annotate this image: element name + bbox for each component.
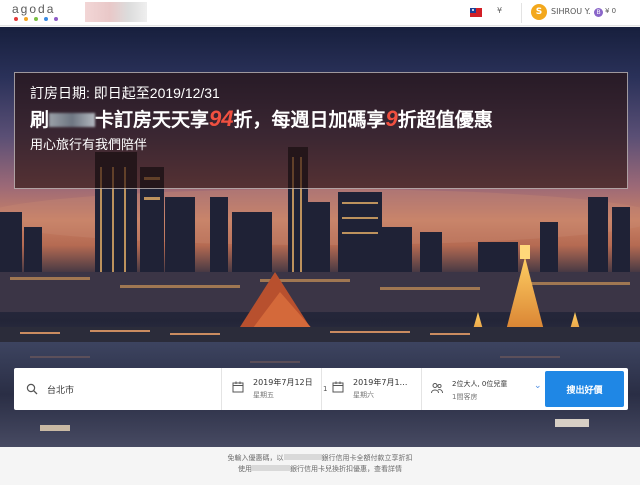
- checkout-weekday: 星期六: [353, 391, 374, 399]
- user-avatar[interactable]: S: [531, 4, 547, 20]
- bank-name-redacted: [252, 465, 290, 471]
- rooms-summary: 1間客房: [452, 393, 478, 401]
- logo-dot-purple-icon: [54, 17, 58, 21]
- chevron-down-icon[interactable]: ⌄: [534, 381, 542, 391]
- search-icon: [26, 383, 38, 395]
- points-balance[interactable]: ¥ 0: [605, 7, 616, 15]
- promo-subtitle: 用心旅行有我們陪伴: [30, 137, 148, 152]
- promo-date-range: 訂房日期: 即日起至2019/12/31: [30, 85, 220, 101]
- footer-line-2-a: 使用: [238, 465, 252, 473]
- logo-dot-red-icon: [14, 17, 18, 21]
- checkin-weekday: 星期五: [253, 391, 274, 399]
- divider: [521, 3, 522, 23]
- top-navigation-bar: agoda ¥ S SIHROU Y. B ¥ 0: [0, 0, 640, 26]
- calendar-icon: [232, 381, 244, 393]
- footer-line-2[interactable]: 使用 銀行信用卡兒換折扣優惠，查看詳情: [0, 464, 640, 474]
- promo-headline-part1: 卡訂房天天享: [95, 110, 210, 131]
- promo-headline: 刷 卡訂房天天享94折，每週日加碼享9折超值優惠: [30, 105, 493, 132]
- currency-selector[interactable]: ¥: [497, 6, 502, 15]
- promo-headline-part2: 折，每週日加碼享: [233, 110, 386, 131]
- promo-headline-prefix: 刷: [30, 110, 50, 131]
- footer-line-1-a: 免輸入優惠碼，以: [227, 454, 284, 462]
- bank-name-redacted: [49, 113, 96, 127]
- destination-field[interactable]: 台北市: [14, 368, 222, 410]
- agoda-logo-dots: [14, 17, 58, 21]
- promo-discount-2: 9: [385, 106, 398, 131]
- checkin-date: 2019年7月12日: [253, 378, 313, 387]
- promo-banner[interactable]: 訂房日期: 即日起至2019/12/31 刷 卡訂房天天享94折，每週日加碼享9折…: [14, 72, 628, 189]
- taiwan-flag-icon[interactable]: [470, 8, 482, 17]
- bank-name-redacted: [283, 454, 322, 460]
- checkin-field[interactable]: 2019年7月12日 星期五: [222, 368, 322, 410]
- promo-footer: 免輸入優惠碼，以 銀行信用卡全額付款立享折扣 使用 銀行信用卡兒換折扣優惠，查看詳情: [0, 447, 640, 485]
- search-button[interactable]: 搜出好價: [545, 371, 624, 407]
- calendar-icon: [332, 381, 344, 393]
- logo-dot-green-icon: [34, 17, 38, 21]
- checkout-date: 2019年7月1…: [353, 378, 408, 387]
- username[interactable]: SIHROU Y.: [551, 7, 591, 16]
- guests-summary: 2位大人, 0位兒童: [452, 380, 508, 388]
- footer-details-link[interactable]: 銀行信用卡兒換折扣優惠，查看詳情: [290, 465, 402, 473]
- checkout-field[interactable]: 2019年7月1… 星期六: [322, 368, 422, 410]
- partner-logo-redacted: [85, 2, 147, 22]
- guests-icon: [431, 383, 443, 394]
- footer-line-1-b: 銀行信用卡全額付款立享折扣: [321, 454, 413, 462]
- points-coin-icon: B: [594, 8, 603, 17]
- logo-dot-blue-icon: [44, 17, 48, 21]
- occupancy-field[interactable]: 2位大人, 0位兒童 1間客房 ⌄: [422, 368, 554, 410]
- footer-line-1: 免輸入優惠碼，以 銀行信用卡全額付款立享折扣: [0, 453, 640, 463]
- promo-headline-part3: 折超值優惠: [397, 110, 493, 131]
- logo-dot-orange-icon: [24, 17, 28, 21]
- search-bar: 台北市 2019年7月12日 星期五 1 2019年7月1… 星期六 2位大人,…: [14, 368, 628, 410]
- promo-discount-1: 94: [209, 106, 234, 131]
- agoda-logo[interactable]: agoda: [12, 2, 55, 16]
- destination-input[interactable]: 台北市: [47, 383, 74, 396]
